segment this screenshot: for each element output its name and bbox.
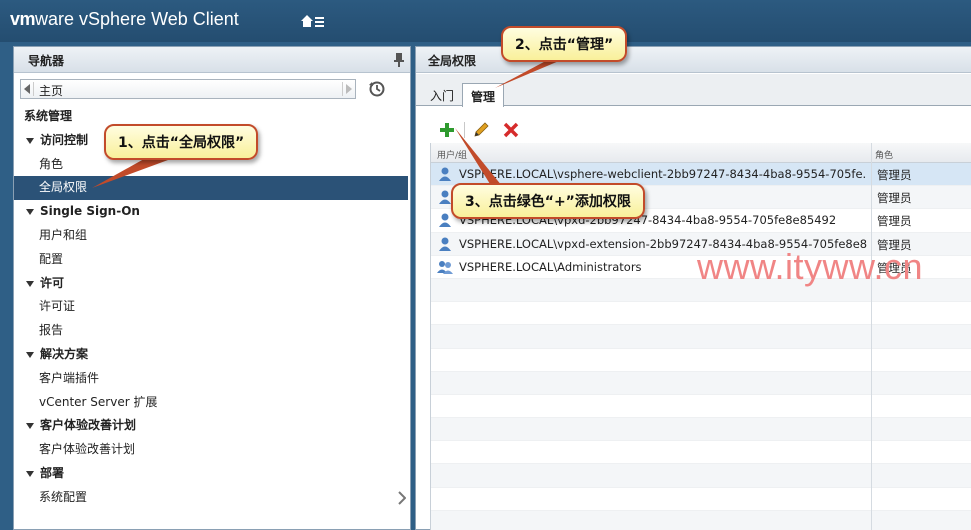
nav-group[interactable]: 解决方案 [14, 343, 410, 367]
history-divider-right [342, 82, 343, 96]
callout-step-1: 1、点击“全局权限” [104, 124, 259, 160]
watermark: www.ityww.cn [697, 246, 924, 287]
edit-pencil-icon[interactable] [472, 121, 490, 139]
callout-step-2: 2、点击“管理” [501, 26, 628, 62]
brand-vm: vm [10, 9, 36, 29]
table-row[interactable] [431, 325, 971, 349]
column-divider[interactable] [871, 143, 872, 530]
table-row[interactable] [431, 510, 971, 530]
history-divider [33, 82, 34, 96]
nav-item[interactable]: 报告 [14, 319, 410, 343]
history-breadcrumb[interactable]: 主页 [20, 79, 356, 99]
chevron-right-icon[interactable] [398, 491, 406, 505]
back-arrow-icon[interactable] [24, 84, 30, 94]
callout-step-3: 3、点击绿色“+”添加权限 [451, 183, 645, 219]
main-header: 全局权限 [416, 47, 971, 73]
role-cell: 管理员 [877, 214, 912, 229]
home-menu-icon[interactable] [300, 12, 326, 30]
history-label[interactable]: 主页 [39, 82, 63, 99]
tab-getting-started[interactable]: 入门 [422, 83, 462, 106]
group-icon [437, 260, 453, 274]
table-row[interactable] [431, 302, 971, 326]
table-row[interactable] [431, 488, 971, 511]
role-cell: 管理员 [877, 168, 912, 182]
page-title: 全局权限 [428, 54, 477, 68]
brand-product: vSphere Web Client [74, 9, 239, 29]
delete-icon[interactable] [502, 121, 520, 139]
nav-item[interactable]: vCenter Server 扩展 [14, 391, 410, 415]
nav-group[interactable]: 客户体验改善计划 [14, 414, 410, 438]
brand-ware: ware [35, 9, 75, 29]
pin-icon[interactable] [394, 53, 404, 67]
nav-item[interactable]: 配置 [14, 248, 410, 272]
table-row[interactable] [431, 464, 971, 488]
table-row[interactable] [431, 349, 971, 372]
tab-bar: 入门 管理 [416, 74, 971, 107]
nav-item[interactable]: 全局权限 [14, 176, 408, 201]
add-permission-icon[interactable] [438, 121, 456, 139]
role-cell: 管理员 [877, 191, 912, 206]
grid-header: 用户/组 角色 [431, 143, 971, 163]
nav-item[interactable]: 许可证 [14, 295, 410, 319]
top-bar: vmware vSphere Web Client [0, 0, 971, 42]
navigator-title: 导航器 [28, 54, 65, 68]
table-row[interactable] [431, 371, 971, 395]
column-header-user[interactable]: 用户/组 [437, 148, 467, 161]
nav-item[interactable]: 客户端插件 [14, 367, 410, 391]
history-bar: 主页 [20, 79, 398, 99]
table-row[interactable] [431, 395, 971, 419]
nav-item[interactable]: 用户和组 [14, 224, 410, 248]
navigator-panel: 导航器 主页 系统管理 访问控制 角色 全局权限 Single Sign-On 用户和组配… [13, 46, 411, 530]
table-row[interactable] [431, 418, 971, 442]
table-row[interactable] [431, 441, 971, 465]
tab-manage[interactable]: 管理 [462, 83, 505, 107]
nav-group[interactable]: 部署 [14, 462, 410, 486]
nav-group[interactable]: Single Sign-On [14, 200, 410, 224]
column-header-role[interactable]: 角色 [875, 148, 893, 161]
nav-item[interactable]: 系统配置 [14, 486, 410, 510]
nav-group[interactable]: 许可 [14, 272, 410, 296]
user-icon [439, 237, 451, 251]
forward-arrow-icon[interactable] [346, 84, 352, 94]
nav-item[interactable]: 客户体验改善计划 [14, 438, 410, 462]
user-icon [439, 167, 451, 181]
user-icon [439, 213, 451, 228]
navigator-tree: 系统管理 访问控制 角色 全局权限 Single Sign-On 用户和组 配置 许可 许可证报… [14, 105, 410, 510]
main-panel: 全局权限 入门 管理 用户/组 角色 VSPHERE.LOCAL\vsphere… [415, 46, 971, 530]
user-cell: VSPHERE.LOCAL\vsphere-webclient-2bb97247… [459, 167, 867, 181]
navigator-header: 导航器 [14, 47, 410, 73]
toolbar-divider [464, 122, 465, 138]
vmware-logo: vmware vSphere Web Client [10, 9, 239, 30]
permissions-toolbar [430, 119, 970, 141]
history-icon[interactable] [368, 80, 386, 98]
